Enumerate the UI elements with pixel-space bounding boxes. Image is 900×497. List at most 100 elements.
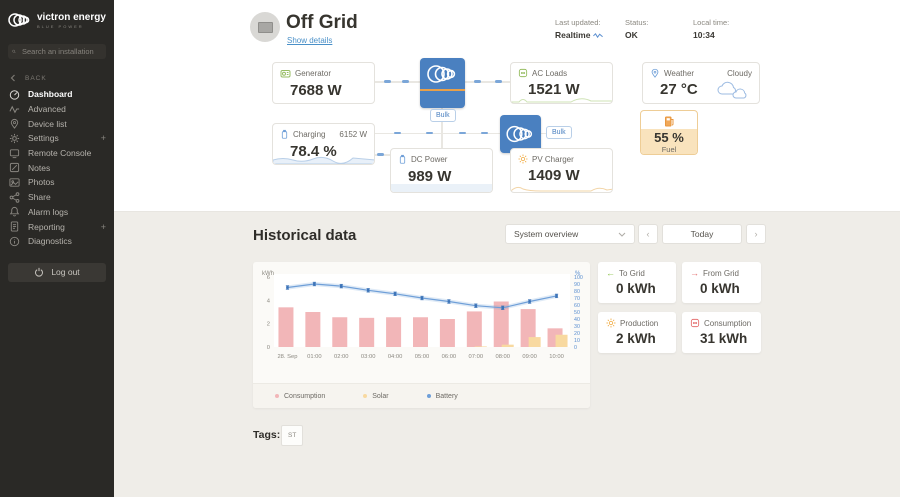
consumption-value: 31 kWh xyxy=(700,331,753,346)
consumption-dot-icon xyxy=(275,394,279,398)
generator-card[interactable]: Generator 7688 W xyxy=(272,62,375,104)
inverter-device[interactable] xyxy=(420,58,465,108)
sidebar-menu: Dashboard Advanced Device list Settings … xyxy=(0,87,114,249)
expand-plus-icon[interactable]: + xyxy=(101,133,106,143)
sidebar-item-label: Settings xyxy=(28,133,59,143)
sidebar-item-alarm-logs[interactable]: Alarm logs xyxy=(0,205,114,220)
solar-dot-icon xyxy=(363,394,367,398)
svg-text:2: 2 xyxy=(267,322,270,328)
svg-text:4: 4 xyxy=(267,298,271,304)
svg-text:100: 100 xyxy=(574,275,583,281)
pv-charger-label: PV Charger xyxy=(532,155,574,164)
weather-card[interactable]: Weather Cloudy 27 °C xyxy=(642,62,760,104)
status: Status: OK xyxy=(625,18,648,40)
dc-power-sparkline xyxy=(391,180,493,192)
tags-label: Tags: xyxy=(253,429,280,441)
location-pin-icon xyxy=(650,68,660,78)
historical-title: Historical data xyxy=(253,227,356,244)
victron-coil-icon xyxy=(425,62,459,86)
svg-text:0: 0 xyxy=(574,345,577,351)
sidebar-item-diagnostics[interactable]: Diagnostics xyxy=(0,234,114,249)
next-period-button[interactable]: › xyxy=(746,224,766,244)
flow-dash xyxy=(495,80,502,83)
photos-icon xyxy=(8,177,20,188)
status-label: Status: xyxy=(625,18,648,27)
svg-text:03:00: 03:00 xyxy=(361,354,376,360)
ac-loads-sparkline xyxy=(511,91,613,103)
power-icon xyxy=(34,267,44,277)
search-installation[interactable] xyxy=(8,44,106,59)
battery-icon xyxy=(280,129,289,140)
back-chevron-icon xyxy=(10,74,16,82)
console-icon xyxy=(8,148,20,159)
svg-text:02:00: 02:00 xyxy=(334,354,349,360)
flow-dash xyxy=(474,80,481,83)
to-grid-card: ←To Grid 0 kWh xyxy=(598,262,676,303)
svg-text:09:00: 09:00 xyxy=(522,354,537,360)
production-card: Production 2 kWh xyxy=(598,312,676,353)
back-row[interactable]: BACK xyxy=(0,65,114,87)
charging-power: 6152 W xyxy=(339,130,367,139)
svg-text:90: 90 xyxy=(574,282,580,288)
sidebar-item-share[interactable]: Share xyxy=(0,190,114,205)
wire-inverter-acloads xyxy=(465,81,510,83)
sun-icon xyxy=(606,318,616,328)
sidebar-item-label: Device list xyxy=(28,119,67,129)
sidebar-item-advanced[interactable]: Advanced xyxy=(0,102,114,117)
charging-card[interactable]: Charging 6152 W 78.4 % xyxy=(272,123,375,165)
victron-coil-icon xyxy=(8,10,32,30)
from-grid-card: →From Grid 0 kWh xyxy=(682,262,761,303)
dc-power-card[interactable]: DC Power 989 W xyxy=(390,148,493,193)
chevron-down-icon xyxy=(618,229,626,239)
expand-plus-icon[interactable]: + xyxy=(101,222,106,232)
sidebar-item-label: Share xyxy=(28,192,51,202)
share-icon xyxy=(8,192,20,203)
fuel-pump-icon xyxy=(664,115,675,128)
ac-loads-card[interactable]: AC Loads 1521 W xyxy=(510,62,613,104)
search-icon xyxy=(12,47,16,56)
installation-avatar xyxy=(250,12,280,42)
last-updated-label: Last updated: xyxy=(555,18,603,27)
fuel-label: Fuel xyxy=(641,145,697,154)
local-time-value: 10:34 xyxy=(693,30,729,40)
to-grid-label: To Grid xyxy=(619,269,645,278)
top-section: Off Grid Show details Last updated: Real… xyxy=(114,0,900,212)
svg-text:60: 60 xyxy=(574,303,580,309)
search-input[interactable] xyxy=(22,47,102,56)
today-button[interactable]: Today xyxy=(662,224,742,244)
sidebar: victron energy BLUE POWER BACK Dashboard… xyxy=(0,0,114,497)
sidebar-item-label: Reporting xyxy=(28,222,65,232)
battery-dot-icon xyxy=(427,394,431,398)
flow-dash xyxy=(384,80,391,83)
gauge-icon xyxy=(8,89,20,100)
sidebar-item-label: Notes xyxy=(28,163,50,173)
wire-generator-inverter xyxy=(375,81,420,83)
dropdown-value: System overview xyxy=(514,229,578,239)
report-icon xyxy=(8,221,20,232)
info-icon xyxy=(8,236,20,247)
prev-period-button[interactable]: ‹ xyxy=(638,224,658,244)
show-details-link[interactable]: Show details xyxy=(287,36,332,45)
sidebar-item-notes[interactable]: Notes xyxy=(0,160,114,175)
history-chart: kWh%0246010203040506070809010028. Sep01:… xyxy=(260,267,584,377)
sidebar-item-dashboard[interactable]: Dashboard xyxy=(0,87,114,102)
fuel-card[interactable]: 55 % Fuel xyxy=(640,110,698,155)
pv-charger-card[interactable]: PV Charger 1409 W xyxy=(510,148,613,193)
production-value: 2 kWh xyxy=(616,331,668,346)
brand-tagline: BLUE POWER xyxy=(37,24,106,29)
local-time-label: Local time: xyxy=(693,18,729,27)
charging-label: Charging xyxy=(293,130,325,139)
sidebar-item-settings[interactable]: Settings + xyxy=(0,131,114,146)
sidebar-item-remote-console[interactable]: Remote Console xyxy=(0,146,114,161)
sidebar-item-photos[interactable]: Photos xyxy=(0,175,114,190)
overview-dropdown[interactable]: System overview xyxy=(505,224,635,244)
tag-chip[interactable]: ST xyxy=(281,425,303,446)
victron-coil-icon xyxy=(504,123,536,145)
svg-text:70: 70 xyxy=(574,296,580,302)
svg-text:20: 20 xyxy=(574,331,580,337)
logout-button[interactable]: Log out xyxy=(8,263,106,282)
flow-dash xyxy=(426,132,433,135)
last-updated: Last updated: Realtime xyxy=(555,18,603,40)
sidebar-item-reporting[interactable]: Reporting + xyxy=(0,219,114,234)
sidebar-item-device-list[interactable]: Device list xyxy=(0,116,114,131)
